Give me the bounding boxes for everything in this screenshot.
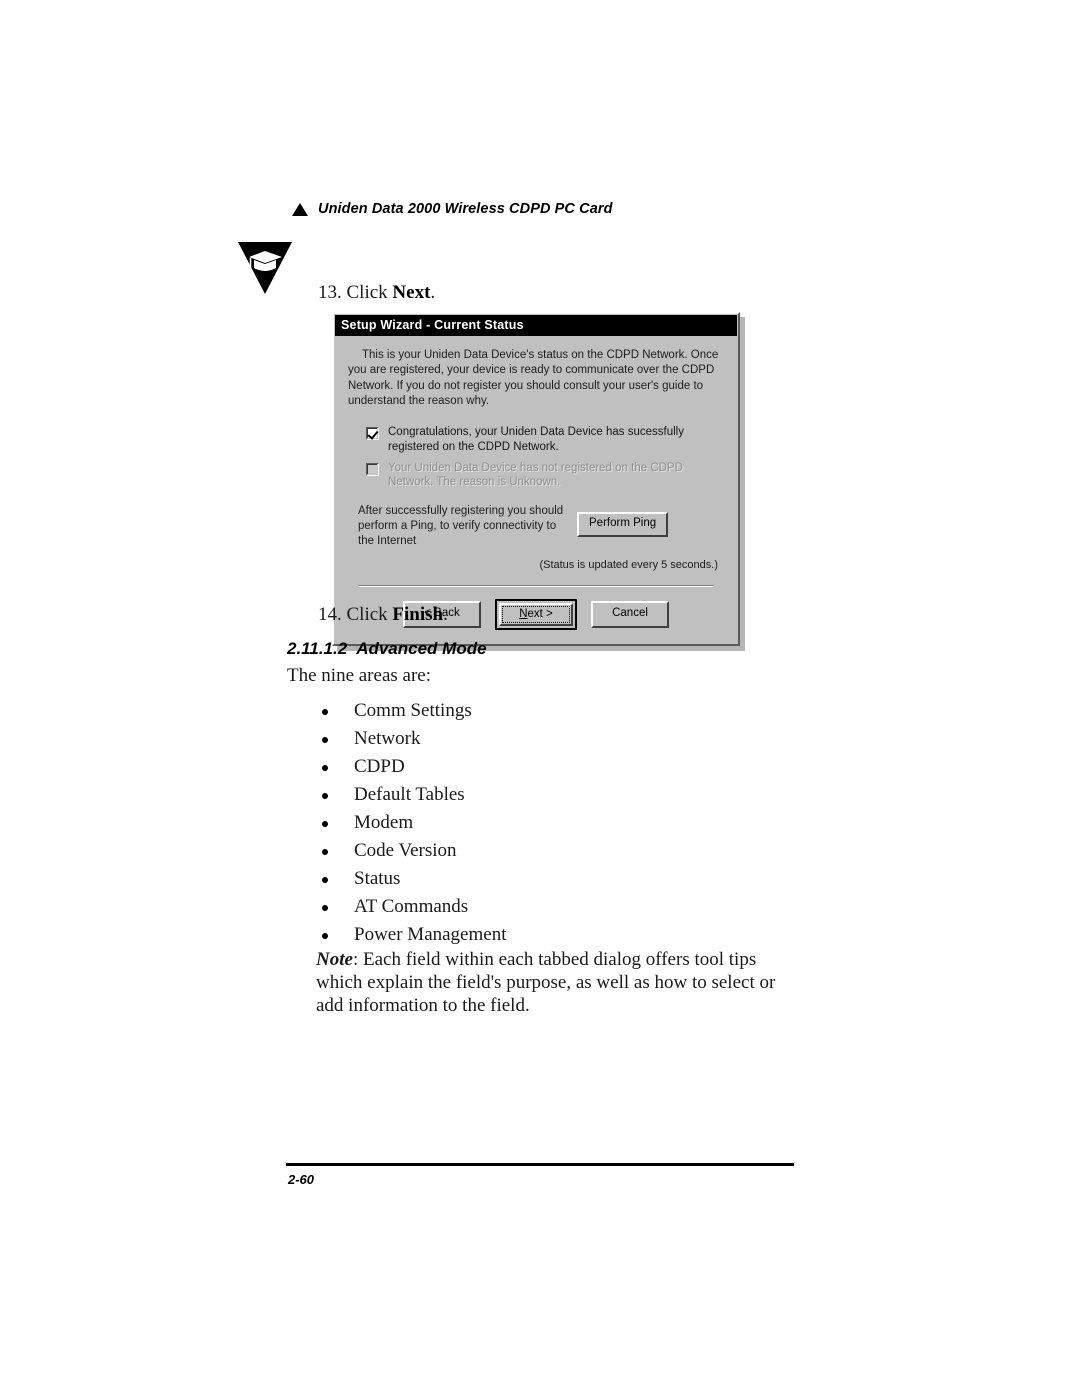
step-13: 13. Click Next. [318,282,435,304]
step-13-prefix: 13. Click [318,282,393,303]
list-item: Code Version [318,837,506,865]
section-lead-in: The nine areas are: [287,665,431,686]
dialog-intro-text: This is your Uniden Data Device's status… [348,349,719,407]
ping-section: After successfully registering you shoul… [358,504,724,549]
list-item: Network [318,725,506,753]
next-button-focus-ring: Next > [502,605,570,623]
document-page: Uniden Data 2000 Wireless CDPD PC Card 1… [0,0,1080,1397]
advanced-mode-area-list: Comm Settings Network CDPD Default Table… [318,697,506,949]
list-item: AT Commands [318,893,506,921]
step-14-suffix: . [443,604,448,625]
checkbox-row-registered[interactable]: Congratulations, your Uniden Data Device… [366,425,724,454]
section-heading: 2.11.1.2 Advanced Mode [287,639,487,659]
note-label: Note [316,949,353,970]
next-button[interactable]: Next > [495,598,577,630]
triangle-right-icon [292,202,308,216]
list-item: Power Management [318,921,506,949]
graduation-cap-in-triangle-icon [236,240,294,296]
list-item: Modem [318,809,506,837]
dialog-titlebar: Setup Wizard - Current Status [335,315,737,336]
running-header: Uniden Data 2000 Wireless CDPD PC Card [292,201,613,217]
step-14: 14. Click Finish. [318,604,448,626]
setup-wizard-dialog: Setup Wizard - Current Status This is yo… [332,312,740,646]
list-item: Status [318,865,506,893]
cancel-button[interactable]: Cancel [591,600,669,628]
step-14-bold: Finish [392,604,444,625]
perform-ping-button[interactable]: Perform Ping [577,512,669,537]
next-button-mnemonic: N [519,607,528,620]
list-item: Comm Settings [318,697,506,725]
checkbox-row-not-registered[interactable]: Your Uniden Data Device has not register… [366,461,724,490]
next-button-label: ext > [527,607,553,620]
step-14-prefix: 14. Click [318,604,393,625]
checkbox-not-registered[interactable] [366,462,379,476]
next-button-bevel: Next > [499,602,573,626]
dialog-title: Setup Wizard - Current Status [341,318,524,332]
status-update-note: (Status is updated every 5 seconds.) [539,558,718,571]
checkbox-not-registered-label: Your Uniden Data Device has not register… [388,461,683,489]
section-number: 2.11.1.2 [287,639,348,658]
ping-instruction-text: After successfully registering you shoul… [358,505,564,547]
step-13-bold: Next [392,282,431,303]
note-text: : Each field within each tabbed dialog o… [316,949,776,1017]
step-13-suffix: . [430,282,436,303]
note-paragraph: Note: Each field within each tabbed dial… [316,948,796,1018]
dialog-body: This is your Uniden Data Device's status… [334,336,738,587]
checkbox-registered-label: Congratulations, your Uniden Data Device… [388,426,684,453]
list-item: Default Tables [318,781,506,809]
list-item: CDPD [318,753,506,781]
page-number: 2-60 [288,1172,315,1187]
footer-rule [286,1163,794,1166]
running-header-title: Uniden Data 2000 Wireless CDPD PC Card [318,201,613,217]
checkbox-registered[interactable] [366,427,379,441]
section-title: Advanced Mode [356,639,487,658]
